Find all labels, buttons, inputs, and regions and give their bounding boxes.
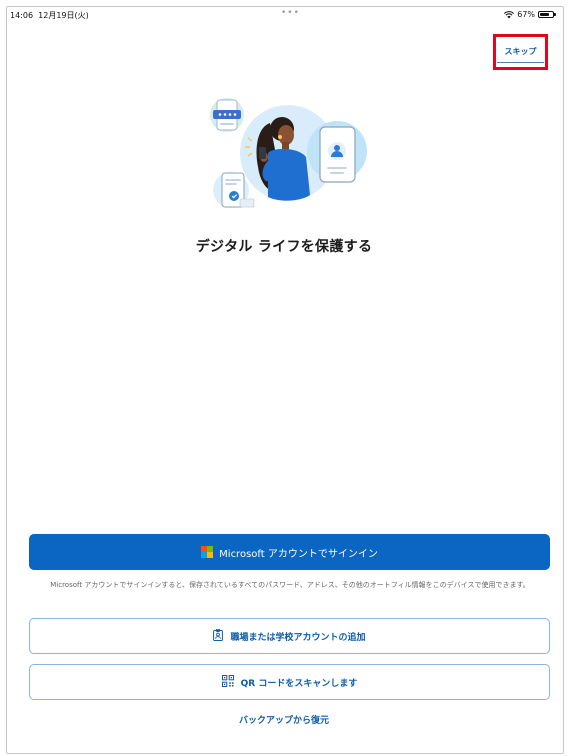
qr-scan-button[interactable]: QR コードをスキャンします xyxy=(29,664,550,700)
microsoft-logo-icon xyxy=(201,546,214,558)
skip-button[interactable]: スキップ xyxy=(497,41,544,63)
hero-illustration xyxy=(210,95,370,220)
add-work-account-button[interactable]: 職場または学校アカウントの追加 xyxy=(29,618,550,654)
hero-illustration-svg xyxy=(210,98,367,208)
battery-percent: 67% xyxy=(517,10,535,19)
microsoft-signin-button[interactable]: Microsoft アカウントでサインイン xyxy=(29,534,550,570)
restore-from-backup-link[interactable]: バックアップから復元 xyxy=(0,713,568,726)
id-badge-icon xyxy=(213,628,224,644)
battery-icon xyxy=(538,11,556,18)
signin-info-text: Microsoft アカウントでサインインすると、保存されているすべてのパスワー… xyxy=(50,581,530,589)
multitasking-dots[interactable]: ••• xyxy=(281,8,300,18)
add-work-account-label: 職場または学校アカウントの追加 xyxy=(230,632,366,643)
qr-scan-label: QR コードをスキャンします xyxy=(240,678,358,689)
status-time-value: 14:06 xyxy=(10,11,34,20)
status-right: 67% xyxy=(504,10,556,19)
status-date: 12月19日(火) xyxy=(38,11,89,20)
status-bar: 14:06 12月19日(火) ••• 67% xyxy=(10,8,560,23)
page-title: デジタル ライフを保護する xyxy=(195,239,373,255)
wifi-icon xyxy=(504,10,515,19)
microsoft-signin-label: Microsoft アカウントでサインイン xyxy=(219,548,378,560)
status-time: 14:06 12月19日(火) xyxy=(10,10,89,21)
qr-code-icon xyxy=(221,674,234,690)
